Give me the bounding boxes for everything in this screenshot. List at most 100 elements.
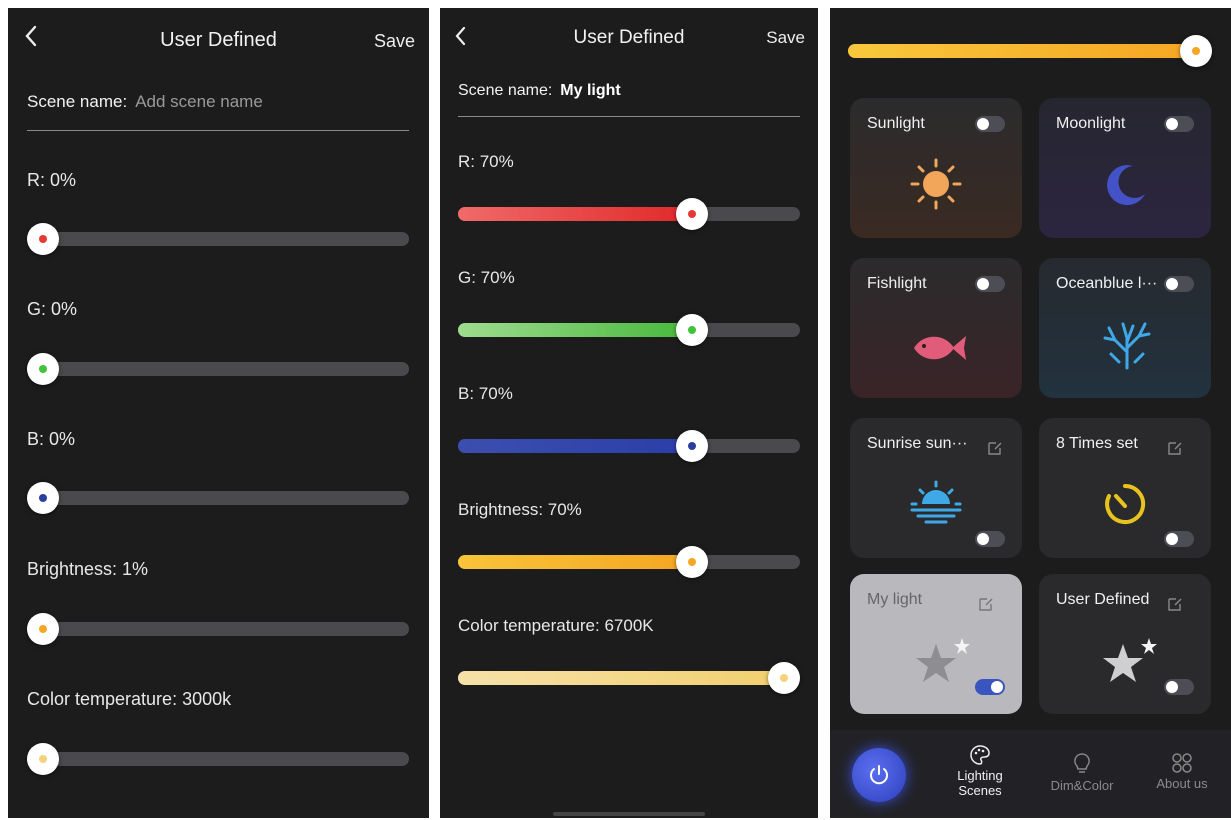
edit-icon[interactable] bbox=[1167, 440, 1183, 456]
scene-toggle[interactable] bbox=[975, 276, 1005, 292]
scene-toggle[interactable] bbox=[1164, 679, 1194, 695]
nav-label: About us bbox=[1156, 776, 1208, 791]
home-indicator bbox=[553, 812, 705, 816]
color-temperature-slider[interactable] bbox=[458, 662, 800, 694]
red-slider-thumb[interactable] bbox=[676, 198, 708, 230]
red-slider-fill bbox=[458, 207, 692, 221]
page-title: User Defined bbox=[573, 27, 685, 48]
save-button[interactable]: Save bbox=[766, 28, 805, 48]
edit-icon[interactable] bbox=[1167, 596, 1183, 612]
edit-icon[interactable] bbox=[987, 440, 1003, 456]
brightness-slider-thumb[interactable] bbox=[27, 613, 59, 645]
scene-toggle[interactable] bbox=[975, 531, 1005, 547]
blue-slider-thumb[interactable] bbox=[27, 482, 59, 514]
scene-toggle[interactable] bbox=[1164, 116, 1194, 132]
power-button[interactable] bbox=[852, 748, 906, 802]
nav-label: Dim&Color bbox=[1050, 778, 1114, 793]
coral-icon bbox=[1103, 322, 1151, 370]
grid-icon bbox=[1172, 753, 1192, 773]
green-slider-thumb[interactable] bbox=[676, 314, 708, 346]
nav-dim-color[interactable]: Dim&Color bbox=[1042, 752, 1122, 793]
scene-card-fishlight[interactable]: Fishlight bbox=[850, 258, 1022, 398]
scene-toggle[interactable] bbox=[1164, 531, 1194, 547]
red-slider-label: R: 70% bbox=[458, 152, 514, 171]
user-defined-screen-empty: User Defined Save Scene name: Add scene n… bbox=[8, 8, 429, 818]
page-title: User Defined bbox=[160, 29, 277, 51]
scene-name-label: Scene name: bbox=[27, 92, 128, 111]
scene-toggle[interactable] bbox=[1164, 276, 1194, 292]
scene-card-name: My light bbox=[867, 591, 923, 608]
bottom-nav: Lighting Scenes Dim&Color About us bbox=[830, 730, 1231, 818]
save-button[interactable]: Save bbox=[374, 31, 415, 52]
moon-icon bbox=[1107, 165, 1145, 206]
bulb-icon bbox=[1074, 753, 1090, 773]
color-temperature-slider-label: Color temperature: 6700K bbox=[458, 616, 654, 635]
fish-icon bbox=[914, 336, 966, 360]
color-temperature-slider[interactable] bbox=[27, 743, 409, 775]
scene-card-name: Sunrise sun··· bbox=[867, 435, 968, 452]
nav-label: Lighting Scenes bbox=[957, 768, 1003, 798]
blue-slider-label: B: 0% bbox=[27, 429, 76, 449]
red-slider[interactable] bbox=[27, 223, 409, 255]
green-slider-thumb[interactable] bbox=[27, 353, 59, 385]
sunrise-icon bbox=[910, 480, 962, 524]
palette-icon bbox=[970, 745, 990, 765]
green-slider-label: G: 0% bbox=[27, 299, 78, 319]
master-brightness-fill bbox=[848, 44, 1198, 58]
scene-name-input[interactable]: My light bbox=[560, 82, 620, 99]
nav-about-us[interactable]: About us bbox=[1146, 752, 1218, 791]
blue-slider[interactable] bbox=[27, 482, 409, 514]
green-slider-label: G: 70% bbox=[458, 268, 515, 287]
scene-name-input[interactable]: Add scene name bbox=[135, 92, 263, 111]
edit-icon[interactable] bbox=[978, 596, 994, 612]
scene-card-my-light[interactable]: My light bbox=[850, 574, 1022, 714]
brightness-slider-fill bbox=[458, 555, 692, 569]
scene-card-oceanblue[interactable]: Oceanblue l··· bbox=[1039, 258, 1211, 398]
color-temperature-slider-thumb[interactable] bbox=[27, 743, 59, 775]
scene-card-name: Oceanblue l··· bbox=[1056, 275, 1158, 292]
scene-toggle[interactable] bbox=[975, 679, 1005, 695]
color-temperature-slider-thumb[interactable] bbox=[768, 662, 800, 694]
green-slider[interactable] bbox=[27, 353, 409, 385]
scene-card-sunrise[interactable]: Sunrise sun··· bbox=[850, 418, 1022, 558]
scene-card-name: Moonlight bbox=[1056, 115, 1126, 132]
green-slider[interactable] bbox=[458, 314, 800, 346]
scene-card-moonlight[interactable]: Moonlight bbox=[1039, 98, 1211, 238]
brightness-slider-label: Brightness: 70% bbox=[458, 500, 582, 519]
blue-slider-thumb[interactable] bbox=[676, 430, 708, 462]
scene-card-sunlight[interactable]: Sunlight bbox=[850, 98, 1022, 238]
scene-card-name: 8 Times set bbox=[1056, 435, 1138, 452]
blue-slider[interactable] bbox=[458, 430, 800, 462]
nav-lighting-scenes[interactable]: Lighting Scenes bbox=[942, 744, 1018, 798]
scene-name-row[interactable]: Scene name: Add scene name bbox=[27, 92, 263, 112]
divider bbox=[458, 116, 800, 117]
master-brightness-slider[interactable] bbox=[848, 35, 1212, 67]
scene-toggle[interactable] bbox=[975, 116, 1005, 132]
color-temperature-slider-fill bbox=[458, 671, 788, 685]
brightness-slider[interactable] bbox=[27, 613, 409, 645]
scene-name-row[interactable]: Scene name: My light bbox=[458, 82, 621, 100]
divider bbox=[27, 130, 409, 131]
scene-card-name: Fishlight bbox=[867, 275, 927, 292]
blue-slider-fill bbox=[458, 439, 692, 453]
brightness-slider[interactable] bbox=[458, 546, 800, 578]
blue-slider-label: B: 70% bbox=[458, 384, 513, 403]
sun-icon bbox=[910, 158, 962, 210]
scene-card-8-times-set[interactable]: 8 Times set bbox=[1039, 418, 1211, 558]
brightness-slider-label: Brightness: 1% bbox=[27, 559, 149, 579]
red-slider-thumb[interactable] bbox=[27, 223, 59, 255]
red-slider-label: R: 0% bbox=[27, 170, 77, 190]
brightness-slider-thumb[interactable] bbox=[676, 546, 708, 578]
color-temperature-slider-label: Color temperature: 3000k bbox=[27, 689, 232, 709]
user-defined-screen-my-light: User Defined Save Scene name: My light R:… bbox=[440, 8, 818, 818]
scene-card-user-defined[interactable]: User Defined bbox=[1039, 574, 1211, 714]
lighting-scenes-screen: Sunlight Moonlight Fishlight Oceanblue l… bbox=[830, 8, 1231, 818]
timer-icon bbox=[1105, 483, 1146, 524]
star-icon bbox=[916, 638, 970, 682]
master-brightness-thumb[interactable] bbox=[1180, 35, 1212, 67]
green-slider-fill bbox=[458, 323, 692, 337]
scene-card-name: Sunlight bbox=[867, 115, 925, 132]
red-slider[interactable] bbox=[458, 198, 800, 230]
star-icon bbox=[1103, 638, 1157, 682]
scene-name-label: Scene name: bbox=[458, 82, 553, 99]
